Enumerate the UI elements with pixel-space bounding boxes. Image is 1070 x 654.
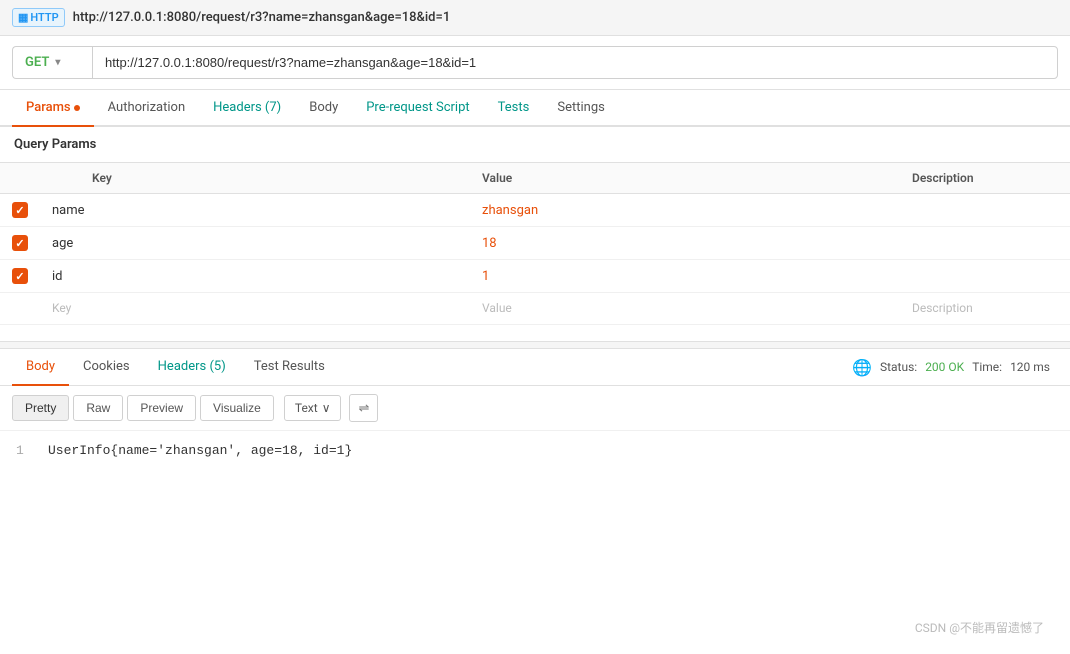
col-header-check bbox=[0, 163, 40, 194]
format-select[interactable]: Text ∨ bbox=[284, 395, 342, 421]
globe-icon: 🌐 bbox=[852, 358, 872, 377]
params-dot bbox=[74, 105, 80, 111]
query-params-title: Query Params bbox=[0, 127, 1070, 162]
tab-settings[interactable]: Settings bbox=[543, 90, 618, 127]
placeholder-value: Value bbox=[470, 293, 900, 325]
wrap-icon: ⇌ bbox=[358, 400, 369, 415]
row2-checkbox[interactable] bbox=[12, 235, 28, 251]
placeholder-description: Description bbox=[900, 293, 1070, 325]
status-value: 200 OK bbox=[925, 360, 964, 374]
method-label: GET bbox=[25, 55, 49, 70]
row1-description bbox=[900, 194, 1070, 227]
request-tabs-bar: Params Authorization Headers (7) Body Pr… bbox=[0, 90, 1070, 127]
time-value: 120 ms bbox=[1010, 360, 1050, 374]
status-label: Status: bbox=[880, 360, 917, 374]
view-visualize-button[interactable]: Visualize bbox=[200, 395, 274, 421]
csdn-watermark: CSDN @不能再留遗憾了 bbox=[899, 611, 1060, 644]
response-tab-body[interactable]: Body bbox=[12, 349, 69, 386]
response-status: 🌐 Status: 200 OK Time: 120 ms bbox=[852, 358, 1058, 377]
row2-checkbox-cell bbox=[0, 227, 40, 260]
request-bar: GET ▾ bbox=[0, 36, 1070, 90]
tab-tests[interactable]: Tests bbox=[484, 90, 544, 127]
col-header-description: Description bbox=[900, 163, 1070, 194]
time-label: Time: bbox=[972, 360, 1002, 374]
view-pretty-button[interactable]: Pretty bbox=[12, 395, 69, 421]
table-row: age 18 bbox=[0, 227, 1070, 260]
params-table: Key Value Description name zhansgan age bbox=[0, 162, 1070, 325]
tab-prerequest[interactable]: Pre-request Script bbox=[352, 90, 483, 127]
row3-value: 1 bbox=[470, 260, 900, 293]
table-row-placeholder: Key Value Description bbox=[0, 293, 1070, 325]
code-line: 1 UserInfo{name='zhansgan', age=18, id=1… bbox=[16, 443, 1054, 458]
wrap-button[interactable]: ⇌ bbox=[349, 394, 378, 422]
code-content: UserInfo{name='zhansgan', age=18, id=1} bbox=[48, 443, 352, 458]
tab-authorization[interactable]: Authorization bbox=[94, 90, 200, 127]
view-raw-button[interactable]: Raw bbox=[73, 395, 123, 421]
row2-value: 18 bbox=[470, 227, 900, 260]
row2-key: age bbox=[40, 227, 470, 260]
section-divider bbox=[0, 341, 1070, 349]
placeholder-key: Key bbox=[40, 293, 470, 325]
top-url-text: http://127.0.0.1:8080/request/r3?name=zh… bbox=[73, 10, 450, 25]
top-url-bar: ▦ HTTP http://127.0.0.1:8080/request/r3?… bbox=[0, 0, 1070, 36]
response-tabs-left: Body Cookies Headers (5) Test Results bbox=[12, 349, 339, 385]
format-label: Text bbox=[295, 401, 318, 415]
row1-checkbox-cell bbox=[0, 194, 40, 227]
row1-key: name bbox=[40, 194, 470, 227]
tab-headers[interactable]: Headers (7) bbox=[199, 90, 295, 127]
url-input[interactable] bbox=[92, 46, 1058, 79]
row1-value: zhansgan bbox=[470, 194, 900, 227]
format-chevron-icon: ∨ bbox=[322, 401, 331, 415]
row3-checkbox[interactable] bbox=[12, 268, 28, 284]
response-tab-cookies[interactable]: Cookies bbox=[69, 349, 144, 386]
response-toolbar: Pretty Raw Preview Visualize Text ∨ ⇌ bbox=[0, 386, 1070, 431]
line-number: 1 bbox=[16, 443, 32, 458]
row3-key: id bbox=[40, 260, 470, 293]
method-chevron-icon: ▾ bbox=[55, 57, 60, 68]
view-preview-button[interactable]: Preview bbox=[127, 395, 196, 421]
response-tab-headers[interactable]: Headers (5) bbox=[144, 349, 240, 386]
http-icon: ▦ bbox=[18, 11, 28, 24]
tab-params[interactable]: Params bbox=[12, 90, 94, 127]
table-row: id 1 bbox=[0, 260, 1070, 293]
row3-description bbox=[900, 260, 1070, 293]
col-header-value: Value bbox=[470, 163, 900, 194]
row1-checkbox[interactable] bbox=[12, 202, 28, 218]
col-header-key: Key bbox=[40, 163, 470, 194]
row2-description bbox=[900, 227, 1070, 260]
http-badge: ▦ HTTP bbox=[12, 8, 65, 27]
table-row: name zhansgan bbox=[0, 194, 1070, 227]
code-area: 1 UserInfo{name='zhansgan', age=18, id=1… bbox=[0, 431, 1070, 470]
method-select[interactable]: GET ▾ bbox=[12, 46, 92, 79]
response-tabs-bar: Body Cookies Headers (5) Test Results 🌐 … bbox=[0, 349, 1070, 386]
row3-checkbox-cell bbox=[0, 260, 40, 293]
response-tab-testresults[interactable]: Test Results bbox=[240, 349, 339, 386]
tab-body[interactable]: Body bbox=[295, 90, 352, 127]
